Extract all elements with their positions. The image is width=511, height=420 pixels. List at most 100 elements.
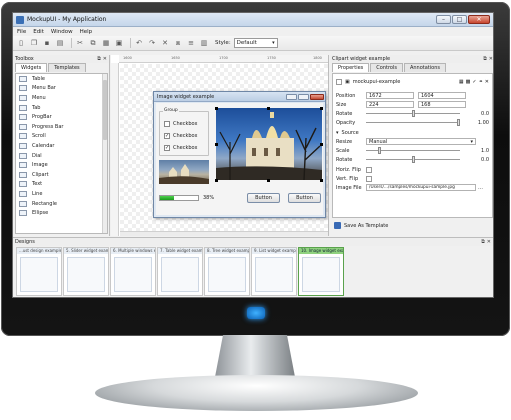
paste-icon[interactable]: ▦ [101, 38, 111, 48]
design-thumbnail[interactable]: 10. Image widget example [298, 247, 344, 296]
size-height-input[interactable]: 168 [418, 101, 466, 108]
toolbox-item[interactable]: Calendar [16, 141, 107, 151]
toolbox-item[interactable]: ProgBar [16, 112, 107, 122]
check-icon[interactable]: ✓ [472, 79, 476, 85]
opacity-value[interactable]: 1.00 [478, 120, 489, 126]
canvas-horizontal-scrollbar[interactable] [120, 231, 328, 236]
delete-icon[interactable]: ✕ [485, 79, 489, 85]
position-x-input[interactable]: 1672 [366, 92, 414, 99]
float-panel-icon[interactable]: ⧉ [481, 239, 485, 245]
delete-icon[interactable]: ✕ [160, 38, 170, 48]
mock-minimize-button[interactable] [286, 93, 297, 100]
design-canvas[interactable]: 1600 1650 1700 1750 1800 Image widget ex… [111, 55, 329, 236]
checkbox-checked[interactable]: ✓ [164, 144, 170, 151]
new-file-icon[interactable]: ▯ [16, 38, 26, 48]
design-thumbnail[interactable]: 9. List widget example [251, 247, 297, 296]
mock-button-1[interactable]: Button [247, 193, 280, 203]
toolbox-item[interactable]: Ellipse [16, 208, 107, 218]
selection-handle[interactable] [320, 143, 323, 146]
toolbox-item[interactable]: Progress Bar [16, 122, 107, 132]
selection-handle[interactable] [215, 179, 218, 182]
selection-handle[interactable] [215, 107, 218, 110]
widget-name[interactable]: mockupui-example [353, 79, 457, 85]
grid-icon[interactable]: ▥ [199, 38, 209, 48]
lock-checkbox[interactable] [336, 78, 342, 85]
design-thumbnail[interactable]: 8. Tree widget example [204, 247, 250, 296]
undo-icon[interactable]: ↶ [134, 38, 144, 48]
toolbox-item[interactable]: Tab [16, 103, 107, 113]
mock-close-button[interactable] [310, 93, 324, 100]
toolbox-item[interactable]: Menu [16, 93, 107, 103]
copy-icon[interactable]: ⧉ [88, 38, 98, 48]
minimize-button[interactable]: – [436, 15, 451, 24]
paint-icon[interactable]: ▩ [466, 79, 471, 85]
checkbox-unchecked[interactable] [164, 120, 170, 127]
close-button[interactable]: ✕ [468, 15, 490, 24]
align-icon[interactable]: ≡ [186, 38, 196, 48]
toolbox-item[interactable]: Rectangle [16, 199, 107, 209]
mock-window[interactable]: Image widget example Group Checkbox ✓ Ch… [153, 91, 326, 218]
title-bar[interactable]: MockupUI - My Application – □ ✕ [13, 13, 493, 27]
toolbox-item[interactable]: Line [16, 189, 107, 199]
slider-knob[interactable] [378, 147, 381, 154]
image-icon[interactable]: ▦ [459, 79, 464, 85]
checkbox-row[interactable]: ✓ Checkbox [164, 132, 197, 139]
group-icon[interactable]: ⧈ [173, 38, 183, 48]
redo-icon[interactable]: ↷ [147, 38, 157, 48]
maximize-button[interactable]: □ [452, 15, 467, 24]
toolbox-item[interactable]: Image [16, 160, 107, 170]
mock-window-title-bar[interactable]: Image widget example [154, 92, 325, 102]
toolbox-item[interactable]: Scroll [16, 132, 107, 142]
design-thumbnail[interactable]: 6. Multiple windows example [110, 247, 156, 296]
image-file-input[interactable]: /Users/.../samples/mockupui-sample.jpg [366, 184, 476, 191]
save-as-template-button[interactable]: Save As Template [334, 222, 388, 229]
slider-knob[interactable] [412, 156, 415, 163]
design-thumbnail[interactable]: 7. Table widget example [157, 247, 203, 296]
selection-handle[interactable] [320, 179, 323, 182]
save-all-icon[interactable]: ▤ [55, 38, 65, 48]
tab-widgets[interactable]: Widgets [15, 63, 48, 72]
mock-button-2[interactable]: Button [288, 193, 321, 203]
rotate-slider[interactable] [366, 110, 460, 117]
checkbox-row[interactable]: Checkbox [164, 120, 197, 127]
source-section[interactable]: ▾ Source [336, 129, 489, 136]
toolbox-item[interactable]: Dial [16, 151, 107, 161]
link-icon[interactable]: ⚭ [479, 79, 483, 85]
slider-knob[interactable] [457, 119, 460, 126]
design-thumbnail[interactable]: ...ust design example [16, 247, 62, 296]
browse-button[interactable]: … [478, 185, 483, 191]
toolbox-item[interactable]: Table [16, 74, 107, 84]
resize-select[interactable]: Manual ▾ [366, 138, 476, 145]
checkbox-row[interactable]: ✓ Checkbox [164, 144, 197, 151]
toolbox-item[interactable]: Menu Bar [16, 84, 107, 94]
rotate-source-value[interactable]: 0.0 [481, 157, 489, 163]
collapse-icon[interactable]: ▾ [336, 130, 339, 136]
toolbox-item[interactable]: Clipart [16, 170, 107, 180]
menu-window[interactable]: Window [51, 29, 73, 35]
selection-handle[interactable] [320, 107, 323, 110]
selection-handle[interactable] [267, 179, 270, 182]
tab-properties[interactable]: Properties [332, 63, 370, 72]
selection-handle[interactable] [215, 143, 218, 146]
close-panel-icon[interactable]: ✕ [103, 56, 107, 62]
scale-value[interactable]: 1.0 [481, 148, 489, 154]
image-widget-photo[interactable] [216, 108, 322, 180]
tab-controls[interactable]: Controls [370, 63, 403, 72]
tab-annotations[interactable]: Annotations [403, 63, 446, 72]
menu-edit[interactable]: Edit [33, 29, 44, 35]
close-panel-icon[interactable]: ✕ [489, 56, 493, 62]
slider-knob[interactable] [412, 110, 415, 117]
tab-templates[interactable]: Templates [48, 63, 86, 72]
float-panel-icon[interactable]: ⧉ [483, 56, 487, 62]
float-panel-icon[interactable]: ⧉ [97, 56, 101, 62]
vert-flip-checkbox[interactable] [366, 175, 372, 182]
cut-icon[interactable]: ✂ [75, 38, 85, 48]
mock-maximize-button[interactable] [298, 93, 309, 100]
menu-help[interactable]: Help [80, 29, 93, 35]
horiz-flip-checkbox[interactable] [366, 166, 372, 173]
toolbox-item[interactable]: Text [16, 180, 107, 190]
clipboard-icon[interactable]: ▣ [114, 38, 124, 48]
menu-file[interactable]: File [17, 29, 26, 35]
toolbox-scrollbar[interactable] [102, 74, 107, 233]
rotate-source-slider[interactable] [366, 156, 460, 163]
